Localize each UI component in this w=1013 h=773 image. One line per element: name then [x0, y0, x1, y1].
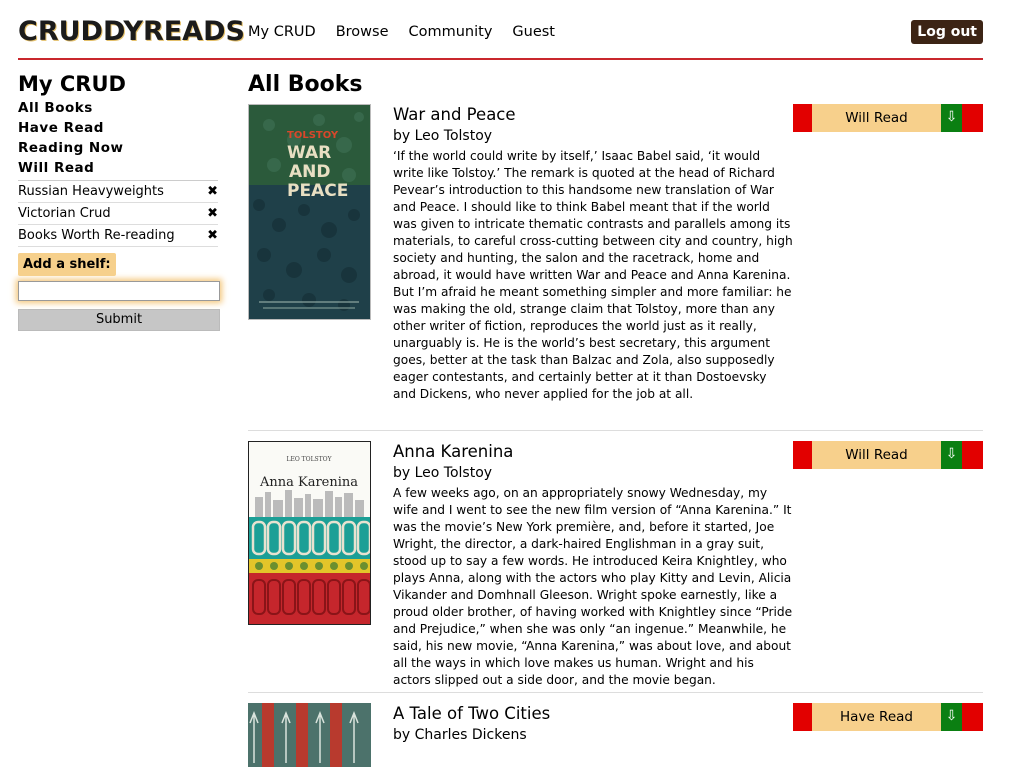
shelf-link-reading-now[interactable]: Reading Now: [18, 138, 218, 158]
add-shelf-input[interactable]: [18, 281, 220, 301]
sidebar: My CRUD All Books Have Read Reading Now …: [18, 70, 220, 331]
cover-title-line: AND: [289, 162, 331, 182]
book-description: ‘If the world could write by itself,’ Is…: [393, 149, 793, 401]
cover-title-text: Anna Karenina: [259, 475, 358, 490]
close-icon[interactable]: ✖: [207, 206, 218, 221]
book-info: War and Peace by Leo Tolstoy ‘If the wor…: [393, 104, 793, 403]
cover-title-line: WAR: [287, 143, 331, 163]
arrow-down-icon[interactable]: ⇩: [941, 104, 962, 132]
book-description: A few weeks ago, on an appropriately sno…: [393, 486, 793, 687]
status-remove-button[interactable]: [962, 703, 983, 731]
book-author[interactable]: by Charles Dickens: [393, 725, 793, 745]
status-selector: Have Read ⇩: [793, 703, 983, 731]
status-selector: Will Read ⇩: [793, 104, 983, 132]
submit-button[interactable]: Submit: [18, 309, 220, 331]
top-header: CRUDDYREADS My CRUD Browse Community Gue…: [18, 14, 983, 60]
sidebar-title: My CRUD: [18, 72, 126, 96]
custom-shelf-link[interactable]: Victorian Crud: [18, 206, 111, 221]
shelf-link-all-books[interactable]: All Books: [18, 98, 218, 118]
book-info: Anna Karenina by Leo Tolstoy A few weeks…: [393, 441, 793, 689]
close-icon[interactable]: ✖: [207, 228, 218, 243]
arrow-down-icon[interactable]: ⇩: [941, 703, 962, 731]
add-shelf-label: Add a shelf:: [18, 253, 116, 276]
main-content: All Books TOLSTOY WAR AND PEACE War and …: [248, 70, 983, 773]
nav-browse[interactable]: Browse: [336, 24, 389, 40]
book-author[interactable]: by Leo Tolstoy: [393, 463, 793, 483]
book-cover[interactable]: TOLSTOY WAR AND PEACE: [248, 104, 371, 320]
logout-button[interactable]: Log out: [911, 20, 983, 44]
shelf-link-have-read[interactable]: Have Read: [18, 118, 218, 138]
book-item: A Tale of Two Cities by Charles Dickens …: [248, 703, 983, 773]
status-remove-button[interactable]: [793, 703, 812, 731]
nav-guest[interactable]: Guest: [512, 24, 555, 40]
status-label[interactable]: Will Read: [812, 441, 941, 469]
status-selector: Will Read ⇩: [793, 441, 983, 469]
book-item: TOLSTOY WAR AND PEACE War and Peace by L…: [248, 104, 983, 431]
custom-shelf-list: Russian Heavyweights ✖ Victorian Crud ✖ …: [18, 180, 218, 247]
custom-shelf-item: Books Worth Re-reading ✖: [18, 225, 218, 247]
book-item: LEO TOLSTOY Anna Karenina Anna Karenina …: [248, 441, 983, 693]
cover-author-text: LEO TOLSTOY: [286, 456, 332, 463]
cover-author-text: TOLSTOY: [287, 130, 339, 141]
custom-shelf-item: Russian Heavyweights ✖: [18, 181, 218, 203]
status-label[interactable]: Will Read: [812, 104, 941, 132]
cover-art-war-and-peace: TOLSTOY WAR AND PEACE: [249, 105, 370, 319]
cover-art-tale-of-two-cities: [248, 703, 371, 767]
status-remove-button[interactable]: [793, 104, 812, 132]
book-author[interactable]: by Leo Tolstoy: [393, 126, 793, 146]
status-remove-button[interactable]: [962, 104, 983, 132]
book-info: A Tale of Two Cities by Charles Dickens: [393, 703, 793, 745]
status-remove-button[interactable]: [962, 441, 983, 469]
custom-shelf-link[interactable]: Books Worth Re-reading: [18, 228, 175, 243]
status-remove-button[interactable]: [793, 441, 812, 469]
arrow-down-icon[interactable]: ⇩: [941, 441, 962, 469]
nav-my-crud[interactable]: My CRUD: [248, 24, 316, 40]
page-title: All Books: [248, 72, 363, 97]
book-title[interactable]: Anna Karenina: [393, 441, 793, 463]
book-title[interactable]: War and Peace: [393, 104, 793, 126]
book-cover[interactable]: LEO TOLSTOY Anna Karenina: [248, 441, 371, 625]
custom-shelf-item: Victorian Crud ✖: [18, 203, 218, 225]
nav-community[interactable]: Community: [408, 24, 492, 40]
cover-title-line: PEACE: [287, 181, 348, 201]
custom-shelf-link[interactable]: Russian Heavyweights: [18, 184, 164, 199]
book-cover[interactable]: [248, 703, 371, 767]
close-icon[interactable]: ✖: [207, 184, 218, 199]
cover-art-anna-karenina: LEO TOLSTOY Anna Karenina: [249, 442, 370, 624]
main-nav: My CRUD Browse Community Guest: [248, 24, 555, 40]
shelf-link-will-read[interactable]: Will Read: [18, 158, 218, 178]
site-logo[interactable]: CRUDDYREADS: [18, 16, 245, 47]
status-label[interactable]: Have Read: [812, 703, 941, 731]
